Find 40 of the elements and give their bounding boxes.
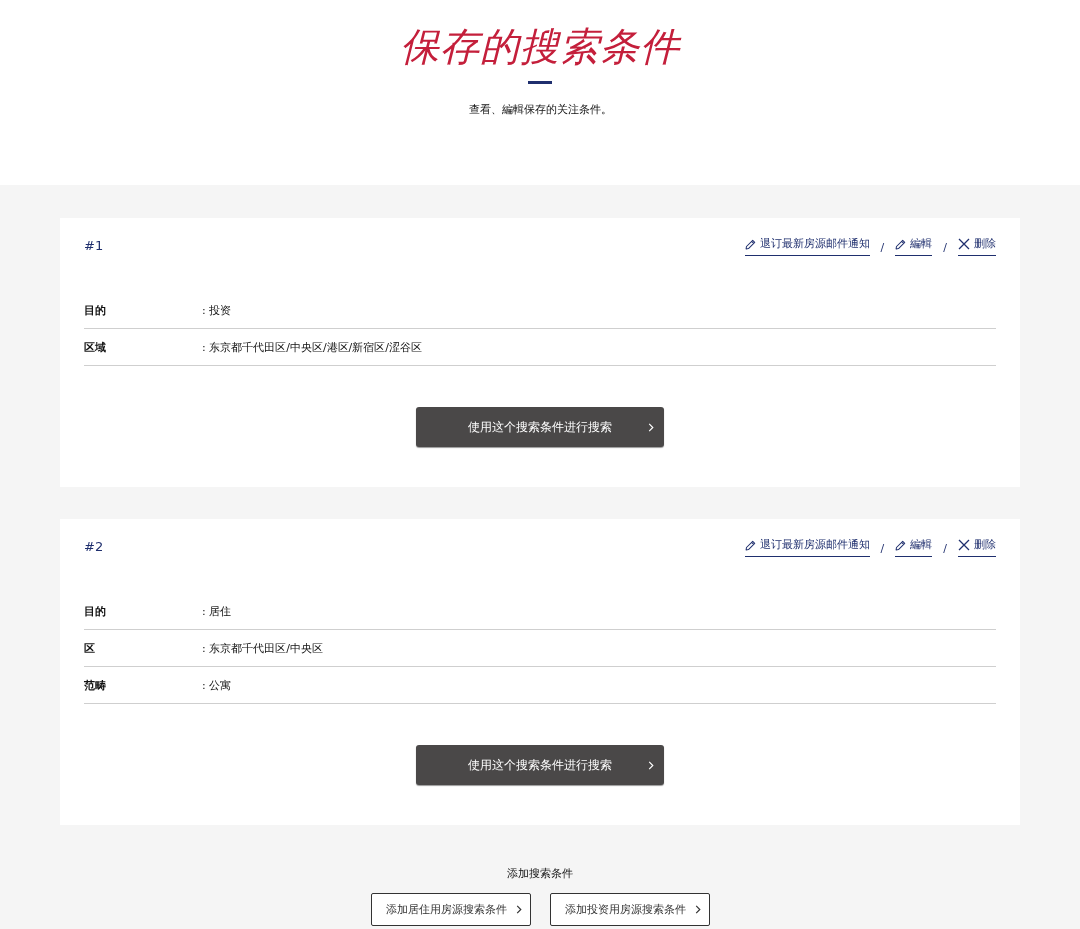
title-underline xyxy=(528,81,552,84)
action-separator: / xyxy=(943,541,947,557)
criteria-label: 区域 xyxy=(84,339,107,355)
criteria-label: 目的 xyxy=(84,302,107,318)
close-icon xyxy=(958,238,970,250)
chevron-right-icon xyxy=(515,905,522,914)
criteria-value: : 公寓 xyxy=(202,677,232,693)
chevron-right-icon xyxy=(648,760,654,770)
pencil-icon xyxy=(895,539,907,551)
edit-link[interactable]: 編輯 xyxy=(895,537,933,557)
search-number: #1 xyxy=(84,237,104,255)
criteria-value: : 东京都千代田区/中央区 xyxy=(202,640,323,656)
page-title: 保存的搜索条件 xyxy=(400,23,680,71)
delete-link[interactable]: 删除 xyxy=(958,537,996,557)
search-button[interactable]: 使用这个搜索条件进行搜索 xyxy=(416,407,664,447)
search-number: #2 xyxy=(84,538,104,556)
unsubscribe-link[interactable]: 退订最新房源邮件通知 xyxy=(744,537,870,557)
criteria-label: 目的 xyxy=(84,603,107,619)
edit-link[interactable]: 編輯 xyxy=(895,236,933,256)
pencil-icon xyxy=(895,238,907,250)
criteria-label: 区 xyxy=(84,640,96,656)
action-separator: / xyxy=(880,240,885,256)
chevron-right-icon xyxy=(694,905,701,914)
unsubscribe-link[interactable]: 退订最新房源邮件通知 xyxy=(744,236,870,256)
close-icon xyxy=(958,539,970,551)
chevron-right-icon xyxy=(648,422,654,432)
add-search-button[interactable]: 添加投资用房源搜索条件 xyxy=(549,893,710,926)
criteria-value: : 东京都千代田区/中央区/港区/新宿区/涩谷区 xyxy=(202,339,423,355)
pencil-icon xyxy=(744,539,756,551)
criteria-value: : 投资 xyxy=(202,302,232,318)
page-subtitle: 查看、編輯保存的关注条件。 xyxy=(468,103,612,117)
pencil-icon xyxy=(744,238,756,250)
add-search-button[interactable]: 添加居住用房源搜索条件 xyxy=(370,893,531,926)
criteria-label: 范畴 xyxy=(84,677,107,693)
action-separator: / xyxy=(943,240,947,256)
action-separator: / xyxy=(880,541,885,557)
criteria-value: : 居住 xyxy=(202,603,232,619)
add-section-heading: 添加搜索条件 xyxy=(507,867,573,881)
search-button[interactable]: 使用这个搜索条件进行搜索 xyxy=(416,745,664,785)
delete-link[interactable]: 删除 xyxy=(958,236,996,256)
